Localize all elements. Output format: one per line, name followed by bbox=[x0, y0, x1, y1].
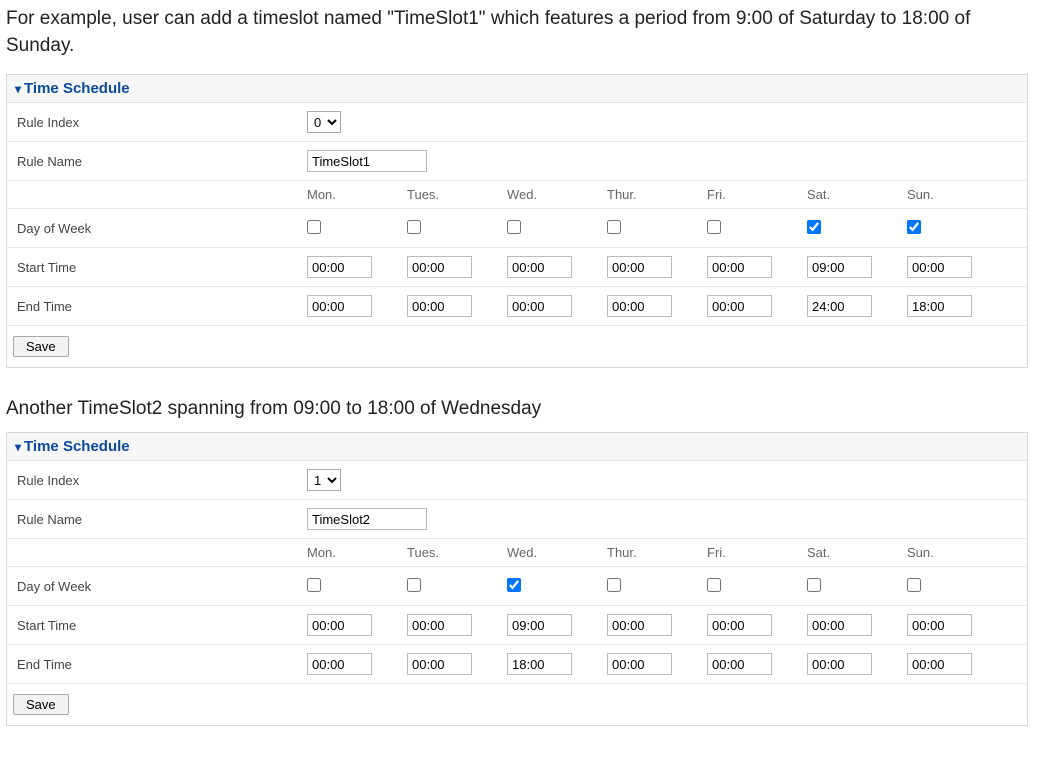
start-time-wed[interactable] bbox=[507, 256, 572, 278]
sub-text: Another TimeSlot2 spanning from 09:00 to… bbox=[6, 398, 1031, 420]
end-time-wed[interactable] bbox=[507, 295, 572, 317]
end-time-wed[interactable] bbox=[507, 653, 572, 675]
start-time-wed[interactable] bbox=[507, 614, 572, 636]
end-time-thur[interactable] bbox=[607, 295, 672, 317]
rule-name-input[interactable] bbox=[307, 150, 427, 172]
start-time-mon[interactable] bbox=[307, 614, 372, 636]
end-time-thur[interactable] bbox=[607, 653, 672, 675]
day-check-fri[interactable] bbox=[707, 220, 721, 234]
rule-name-label: Rule Name bbox=[17, 154, 307, 169]
day-header-thur: Thur. bbox=[607, 187, 707, 202]
rule-index-select[interactable]: 1 bbox=[307, 469, 341, 491]
start-time-fri[interactable] bbox=[707, 256, 772, 278]
start-time-tues[interactable] bbox=[407, 614, 472, 636]
day-check-thur[interactable] bbox=[607, 220, 621, 234]
start-time-sun[interactable] bbox=[907, 256, 972, 278]
day-check-wed[interactable] bbox=[507, 220, 521, 234]
day-check-fri[interactable] bbox=[707, 578, 721, 592]
rule-name-label: Rule Name bbox=[17, 512, 307, 527]
day-header-sat: Sat. bbox=[807, 187, 907, 202]
start-time-label: Start Time bbox=[17, 260, 307, 275]
day-header-thur: Thur. bbox=[607, 545, 707, 560]
rule-name-input[interactable] bbox=[307, 508, 427, 530]
start-time-label: Start Time bbox=[17, 618, 307, 633]
start-time-sun[interactable] bbox=[907, 614, 972, 636]
rule-index-label: Rule Index bbox=[17, 115, 307, 130]
start-time-thur[interactable] bbox=[607, 614, 672, 636]
day-check-tues[interactable] bbox=[407, 578, 421, 592]
day-header-mon: Mon. bbox=[307, 187, 407, 202]
day-header-sun: Sun. bbox=[907, 187, 1007, 202]
day-of-week-label: Day of Week bbox=[17, 579, 307, 594]
end-time-fri[interactable] bbox=[707, 653, 772, 675]
start-time-thur[interactable] bbox=[607, 256, 672, 278]
day-header-sat: Sat. bbox=[807, 545, 907, 560]
day-check-thur[interactable] bbox=[607, 578, 621, 592]
day-header-wed: Wed. bbox=[507, 545, 607, 560]
day-check-tues[interactable] bbox=[407, 220, 421, 234]
start-time-tues[interactable] bbox=[407, 256, 472, 278]
start-time-fri[interactable] bbox=[707, 614, 772, 636]
day-header-tues: Tues. bbox=[407, 545, 507, 560]
end-time-tues[interactable] bbox=[407, 295, 472, 317]
day-header-mon: Mon. bbox=[307, 545, 407, 560]
end-time-mon[interactable] bbox=[307, 653, 372, 675]
day-header-wed: Wed. bbox=[507, 187, 607, 202]
rule-index-label: Rule Index bbox=[17, 473, 307, 488]
panel-header[interactable]: Time Schedule bbox=[7, 75, 1027, 103]
end-time-sat[interactable] bbox=[807, 653, 872, 675]
day-header-sun: Sun. bbox=[907, 545, 1007, 560]
day-header-fri: Fri. bbox=[707, 187, 807, 202]
end-time-label: End Time bbox=[17, 657, 307, 672]
time-schedule-panel-2: Time Schedule Rule Index 1 Rule Name Mon… bbox=[6, 432, 1028, 726]
end-time-sun[interactable] bbox=[907, 653, 972, 675]
time-schedule-panel-1: Time Schedule Rule Index 0 Rule Name Mon… bbox=[6, 74, 1028, 368]
end-time-sun[interactable] bbox=[907, 295, 972, 317]
day-header-tues: Tues. bbox=[407, 187, 507, 202]
day-check-sun[interactable] bbox=[907, 578, 921, 592]
start-time-sat[interactable] bbox=[807, 614, 872, 636]
rule-index-select[interactable]: 0 bbox=[307, 111, 341, 133]
day-check-wed[interactable] bbox=[507, 578, 521, 592]
end-time-sat[interactable] bbox=[807, 295, 872, 317]
day-check-sat[interactable] bbox=[807, 220, 821, 234]
panel-header[interactable]: Time Schedule bbox=[7, 433, 1027, 461]
start-time-sat[interactable] bbox=[807, 256, 872, 278]
day-check-mon[interactable] bbox=[307, 220, 321, 234]
day-check-mon[interactable] bbox=[307, 578, 321, 592]
end-time-label: End Time bbox=[17, 299, 307, 314]
intro-text: For example, user can add a timeslot nam… bbox=[6, 6, 1031, 59]
day-check-sun[interactable] bbox=[907, 220, 921, 234]
end-time-tues[interactable] bbox=[407, 653, 472, 675]
day-header-fri: Fri. bbox=[707, 545, 807, 560]
end-time-fri[interactable] bbox=[707, 295, 772, 317]
day-of-week-label: Day of Week bbox=[17, 221, 307, 236]
save-button[interactable]: Save bbox=[13, 694, 69, 715]
end-time-mon[interactable] bbox=[307, 295, 372, 317]
start-time-mon[interactable] bbox=[307, 256, 372, 278]
save-button[interactable]: Save bbox=[13, 336, 69, 357]
day-check-sat[interactable] bbox=[807, 578, 821, 592]
